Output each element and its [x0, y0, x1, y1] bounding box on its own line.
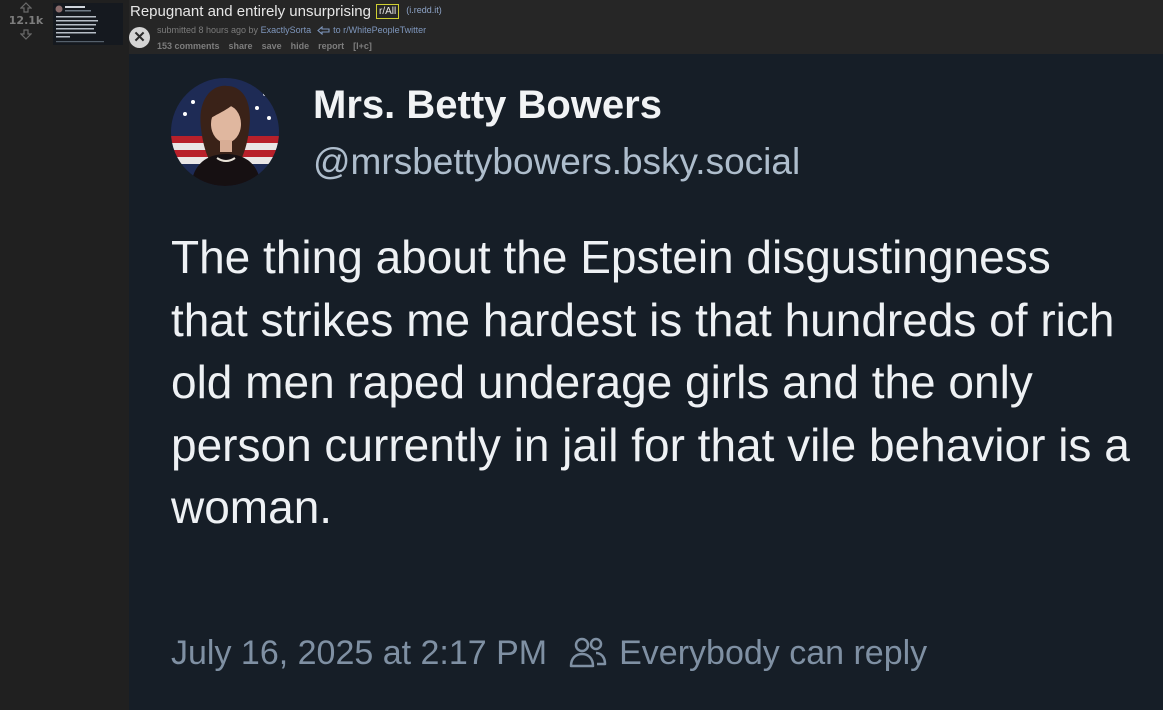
- post-domain[interactable]: (i.redd.it): [406, 5, 442, 15]
- vote-score: 12.1k: [8, 14, 44, 27]
- downvote-arrow-icon[interactable]: [20, 29, 32, 40]
- upvote-arrow-icon[interactable]: [20, 2, 32, 13]
- post-body-text: The thing about the Epstein disgustingne…: [171, 231, 1130, 533]
- post-title[interactable]: Repugnant and entirely unsurprising: [130, 3, 371, 20]
- post-header: Repugnant and entirely unsurprising r/All…: [129, 0, 1163, 54]
- reply-setting: Everybody can reply: [619, 634, 928, 672]
- post-meta: July 16, 2025 at 2:17 PM Everybody can r…: [171, 634, 927, 673]
- post-timestamp: July 16, 2025 at 2:17 PM: [171, 634, 548, 672]
- title-line: Repugnant and entirely unsurprising r/All…: [130, 3, 442, 21]
- avatar: [171, 78, 279, 186]
- user-handle: @mrsbettybowers.bsky.social: [313, 141, 801, 182]
- post-tagline: submitted 8 hours ago by ExactlySorta to…: [157, 25, 426, 35]
- close-icon[interactable]: ✕: [129, 27, 150, 48]
- thumbnail-preview-icon: [55, 5, 104, 43]
- display-name: Mrs. Betty Bowers: [313, 83, 662, 127]
- author-link[interactable]: ExactlySorta: [261, 25, 312, 35]
- comments-button[interactable]: 153 comments: [157, 41, 220, 51]
- post-buttons: 153 comments share save hide report [l+c]: [157, 41, 381, 51]
- avatar-portrait-icon: [171, 78, 279, 186]
- vote-column: 12.1k: [0, 2, 52, 40]
- people-icon: [569, 637, 607, 668]
- link-comments-button[interactable]: [l+c]: [353, 41, 372, 51]
- subreddit-badge[interactable]: r/All: [376, 4, 400, 19]
- post-image-tweet: Mrs. Betty Bowers @mrsbettybowers.bsky.s…: [129, 54, 1163, 710]
- left-rail: 12.1k: [0, 0, 129, 710]
- save-button[interactable]: save: [262, 41, 282, 51]
- report-button[interactable]: report: [318, 41, 344, 51]
- crosspost-icon: [317, 26, 330, 35]
- hide-button[interactable]: hide: [291, 41, 310, 51]
- post-thumbnail[interactable]: [53, 3, 123, 45]
- share-button[interactable]: share: [229, 41, 253, 51]
- submitted-text: submitted 8 hours ago by: [157, 25, 259, 35]
- crosspost-subreddit-link[interactable]: to r/WhitePeopleTwitter: [333, 25, 426, 35]
